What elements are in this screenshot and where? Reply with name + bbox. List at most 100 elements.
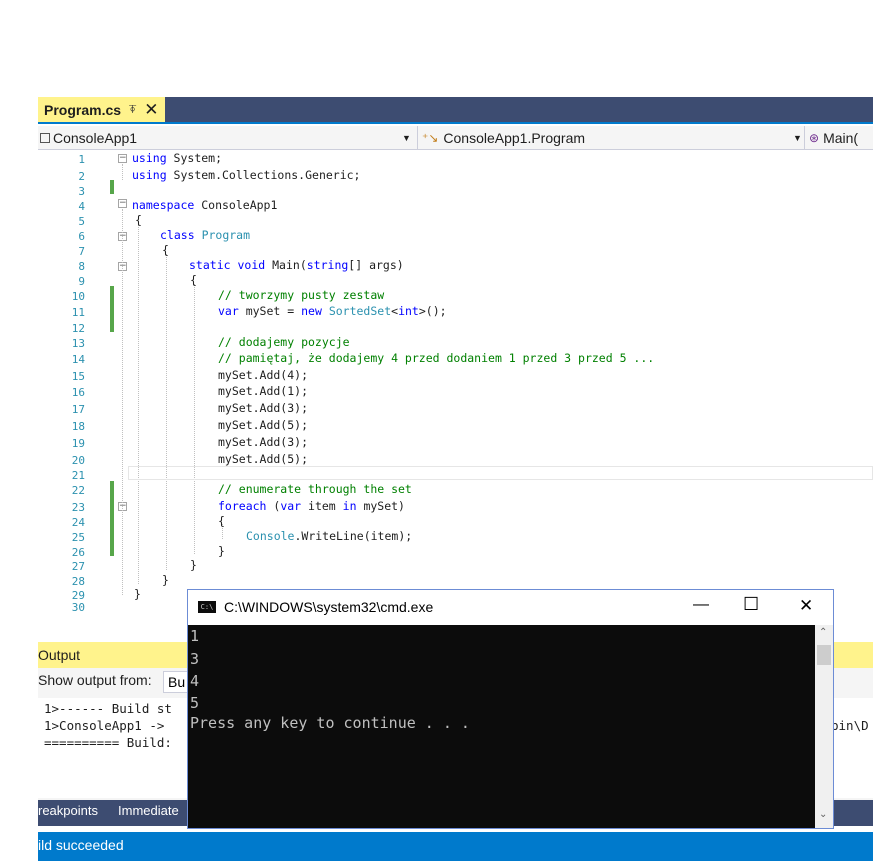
line-number: 10 xyxy=(71,290,85,303)
line-number: 26 xyxy=(71,546,85,559)
code-line-8: static void Main(string[] args) xyxy=(189,258,404,272)
line-number: 6 xyxy=(78,230,85,243)
tab-filename: Program.cs xyxy=(44,101,122,118)
code-line-10: // tworzymy pusty zestaw xyxy=(218,288,385,302)
cmd-scrollbar[interactable]: ⌃ ⌄ xyxy=(815,625,833,828)
line-number: 20 xyxy=(71,454,85,467)
divider xyxy=(417,126,418,150)
scroll-down-icon[interactable]: ⌄ xyxy=(819,809,827,820)
line-number: 13 xyxy=(71,337,85,350)
code-editor[interactable]: 1 2 3 4 5 6 7 8 9 10 11 12 13 14 15 16 17 18 19 20 21 22 23 24 2… xyxy=(38,150,873,638)
line-number: 9 xyxy=(78,275,85,288)
code-line-9: { xyxy=(190,273,197,287)
outline-line xyxy=(122,164,123,180)
code-line-24: { xyxy=(218,514,225,528)
tab-breakpoints[interactable]: reakpoints xyxy=(38,803,98,818)
tab-immediate[interactable]: Immediate xyxy=(118,803,179,818)
cmd-console[interactable]: 1 3 4 5 Press any key to continue . . . xyxy=(188,625,815,828)
class-icon: ⁺↘ xyxy=(422,130,439,145)
pin-icon[interactable]: ⍕ xyxy=(129,102,136,117)
output-title: Output xyxy=(38,647,81,663)
status-bar: ild succeeded xyxy=(38,832,873,861)
code-line-16: mySet.Add(1); xyxy=(218,384,309,398)
code-line-25: Console.WriteLine(item); xyxy=(246,529,413,543)
code-line-5: { xyxy=(135,213,142,227)
code-line-6: class Program xyxy=(160,228,251,242)
console-line: 1 xyxy=(190,627,200,645)
class-name: ConsoleApp1.Program xyxy=(443,129,586,146)
minimize-icon[interactable]: — xyxy=(693,596,709,614)
code-line-29: } xyxy=(134,587,141,601)
line-number: 19 xyxy=(71,437,85,450)
line-number: 25 xyxy=(71,531,85,544)
console-line: 3 xyxy=(190,650,200,668)
class-dropdown[interactable]: ⁺↘ ConsoleApp1.Program xyxy=(422,128,792,147)
chevron-down-icon[interactable]: ▼ xyxy=(402,133,411,143)
code-line-19: mySet.Add(3); xyxy=(218,435,309,449)
code-line-4: namespace ConsoleApp1 xyxy=(132,198,278,212)
change-indicator xyxy=(110,481,114,556)
change-indicator xyxy=(110,180,114,194)
document-tab-bar: Program.cs ⍕ ✕ xyxy=(38,97,873,124)
cmd-title: C:\WINDOWS\system32\cmd.exe xyxy=(224,599,434,615)
tab-program-cs[interactable]: Program.cs ⍕ ✕ xyxy=(38,97,165,122)
cmd-icon: C:\ xyxy=(198,601,216,613)
line-number: 4 xyxy=(78,200,85,213)
divider xyxy=(804,126,805,150)
member-dropdown[interactable]: ⊛ Main( xyxy=(809,128,873,147)
code-line-15: mySet.Add(4); xyxy=(218,368,309,382)
chevron-down-icon[interactable]: ▼ xyxy=(793,133,802,143)
output-line: 1>ConsoleApp1 -> xyxy=(44,718,165,733)
line-number: 5 xyxy=(78,215,85,228)
line-number: 15 xyxy=(71,370,85,383)
code-line-11: var mySet = new SortedSet<int>(); xyxy=(218,304,447,318)
indent-guide xyxy=(166,254,167,570)
code-line-20: mySet.Add(5); xyxy=(218,452,309,466)
output-line-fragment: bin\D xyxy=(831,718,869,733)
code-line-1: using System; xyxy=(132,151,223,165)
maximize-icon[interactable]: ☐ xyxy=(743,594,759,615)
collapse-icon[interactable]: − xyxy=(118,154,127,163)
line-number: 8 xyxy=(78,260,85,273)
line-number: 12 xyxy=(71,322,85,335)
project-dropdown[interactable]: ConsoleApp1 xyxy=(38,128,416,147)
current-line-highlight xyxy=(128,466,873,480)
line-number: 7 xyxy=(78,245,85,258)
console-line: Press any key to continue . . . xyxy=(190,714,470,732)
cmd-title-bar[interactable]: C:\ C:\WINDOWS\system32\cmd.exe — ☐ ✕ xyxy=(188,590,833,625)
console-line: 4 xyxy=(190,672,200,690)
code-line-18: mySet.Add(5); xyxy=(218,418,309,432)
show-output-from-label: Show output from: xyxy=(38,672,152,688)
code-line-23: foreach (var item in mySet) xyxy=(218,499,405,513)
line-number: 28 xyxy=(71,575,85,588)
code-line-26: } xyxy=(218,544,225,558)
project-icon xyxy=(40,132,50,143)
code-line-27: } xyxy=(190,558,197,572)
cmd-window[interactable]: C:\ C:\WINDOWS\system32\cmd.exe — ☐ ✕ 1 … xyxy=(187,589,834,829)
line-number: 11 xyxy=(71,306,85,319)
line-number: 30 xyxy=(71,601,85,614)
change-indicator xyxy=(110,286,114,332)
output-line: 1>------ Build st xyxy=(44,701,172,716)
line-number: 1 xyxy=(78,153,85,166)
scroll-up-icon[interactable]: ⌃ xyxy=(819,627,827,638)
line-number: 24 xyxy=(71,516,85,529)
collapse-icon[interactable]: − xyxy=(118,199,127,208)
line-number: 16 xyxy=(71,386,85,399)
code-line-28: } xyxy=(162,573,169,587)
close-tab-icon[interactable]: ✕ xyxy=(144,101,158,118)
line-number: 2 xyxy=(78,170,85,183)
close-icon[interactable]: ✕ xyxy=(799,596,813,616)
indent-guide xyxy=(194,284,195,554)
line-number: 18 xyxy=(71,420,85,433)
navigation-bar: ConsoleApp1 ▼ ⁺↘ ConsoleApp1.Program ▼ ⊛… xyxy=(38,126,873,150)
scrollbar-thumb[interactable] xyxy=(817,645,831,665)
indent-guide xyxy=(138,224,139,584)
line-number: 22 xyxy=(71,484,85,497)
line-number: 14 xyxy=(71,353,85,366)
outline-line xyxy=(122,209,123,595)
line-number: 21 xyxy=(71,469,85,482)
code-line-2: using System.Collections.Generic; xyxy=(132,168,361,182)
line-number: 3 xyxy=(78,185,85,198)
project-name: ConsoleApp1 xyxy=(53,129,138,146)
